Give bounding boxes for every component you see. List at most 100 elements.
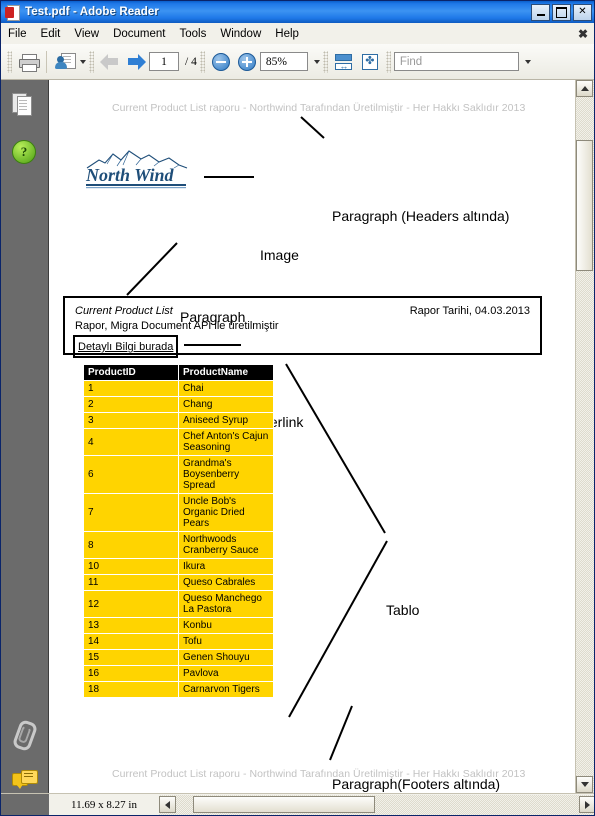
horizontal-scrollbar[interactable] <box>159 794 594 815</box>
share-icon <box>55 53 76 70</box>
product-table: ProductID ProductName 1 Chai 2 Chang 3 Anisee… <box>83 364 274 698</box>
table-body: 1 Chai 2 Chang 3 Aniseed Syrup 4 Chef Anton's C… <box>83 380 274 698</box>
arrow-right-icon <box>126 53 146 70</box>
cell-productid: 13 <box>83 617 179 634</box>
menu-item-help[interactable]: Help <box>268 26 306 42</box>
table-row: 8 Northwoods Cranberry Sauce <box>83 531 274 559</box>
share-chevron-down-icon[interactable] <box>80 59 86 64</box>
maximize-button[interactable] <box>552 3 571 21</box>
table-row: 6 Grandma's Boysenberry Spread <box>83 455 274 494</box>
navigation-pane: ? <box>1 80 49 793</box>
cell-productname: Chai <box>178 380 274 397</box>
zoom-in-icon <box>237 52 256 71</box>
table-row: 16 Pavlova <box>83 665 274 682</box>
scroll-up-button[interactable] <box>576 80 593 97</box>
page-dimensions-label: 11.69 x 8.27 in <box>71 798 137 811</box>
attachments-panel-button[interactable] <box>11 718 39 753</box>
find-chevron-down-icon[interactable] <box>524 59 531 64</box>
scroll-down-button[interactable] <box>576 776 593 793</box>
detail-hyperlink-label: Detaylı Bilgi burada <box>78 341 174 353</box>
table-row: 18 Carnarvon Tigers <box>83 681 274 698</box>
toolbar-grip[interactable] <box>7 50 12 73</box>
document-view[interactable]: Current Product List raporu - Northwind … <box>49 80 594 793</box>
zoom-chevron-down-icon[interactable] <box>313 59 320 64</box>
cell-productname: Northwoods Cranberry Sauce <box>178 531 274 559</box>
cell-productid: 3 <box>83 412 179 429</box>
table-row: 13 Konbu <box>83 617 274 634</box>
toolbar-grip-3[interactable] <box>199 50 205 73</box>
cell-productname: Grandma's Boysenberry Spread <box>178 455 274 494</box>
comments-panel-button[interactable] <box>12 770 38 794</box>
menu-item-file[interactable]: File <box>1 26 34 42</box>
cell-productid: 12 <box>83 590 179 618</box>
help-icon: ? <box>12 140 36 164</box>
toolbar-separator <box>46 50 47 73</box>
cell-productname: Queso Cabrales <box>178 574 274 591</box>
detail-hyperlink[interactable]: Detaylı Bilgi burada <box>73 335 179 358</box>
fit-page-icon <box>361 53 378 70</box>
cell-productid: 6 <box>83 455 179 494</box>
toolbar-grip-5[interactable] <box>385 50 391 73</box>
cell-productname: Genen Shouyu <box>178 649 274 666</box>
document-footer-text: Current Product List raporu - Northwind … <box>112 768 526 780</box>
help-panel-button[interactable]: ? <box>12 140 36 164</box>
window-controls: ✕ <box>531 3 594 21</box>
menu-item-tools[interactable]: Tools <box>173 26 214 42</box>
vertical-scrollbar[interactable] <box>575 80 594 793</box>
triangle-left-icon <box>165 800 170 809</box>
minimize-button[interactable] <box>531 3 550 21</box>
paperclip-icon <box>11 718 39 753</box>
report-subtitle: Rapor, Migra Document API ile üretilmişt… <box>75 320 279 332</box>
north-wind-logo: North Wind <box>83 146 193 190</box>
cell-productid: 4 <box>83 428 179 456</box>
pages-panel-button[interactable] <box>12 92 36 116</box>
cell-productid: 2 <box>83 396 179 413</box>
pdf-page: Current Product List raporu - Northwind … <box>49 80 577 793</box>
table-row: 12 Queso Manchego La Pastora <box>83 590 274 618</box>
scroll-right-button[interactable] <box>579 796 594 813</box>
cell-productid: 11 <box>83 574 179 591</box>
vertical-scroll-thumb[interactable] <box>576 140 593 271</box>
zoom-in-button[interactable] <box>234 49 260 75</box>
window-title: Test.pdf - Adobe Reader <box>25 6 159 18</box>
menu-item-document[interactable]: Document <box>106 26 172 42</box>
page-number-input[interactable]: 1 <box>149 52 179 71</box>
triangle-down-icon <box>580 782 589 787</box>
zoom-level-input[interactable]: 85% <box>259 52 308 71</box>
cell-productname: Chef Anton's Cajun Seasoning <box>178 428 274 456</box>
table-row: 4 Chef Anton's Cajun Seasoning <box>83 428 274 456</box>
menu-item-view[interactable]: View <box>67 26 106 42</box>
table-row: 2 Chang <box>83 396 274 413</box>
cell-productname: Chang <box>178 396 274 413</box>
cell-productid: 18 <box>83 681 179 698</box>
cell-productname: Konbu <box>178 617 274 634</box>
document-header-text: Current Product List raporu - Northwind … <box>112 102 526 114</box>
toolbar-grip-4[interactable] <box>322 50 328 73</box>
table-row: 3 Aniseed Syrup <box>83 412 274 429</box>
triangle-right-icon <box>585 800 590 809</box>
cell-productname: Carnarvon Tigers <box>178 681 274 698</box>
scroll-left-button[interactable] <box>159 796 176 813</box>
zoom-out-button[interactable] <box>208 49 234 75</box>
cell-productname: Tofu <box>178 633 274 650</box>
search-input[interactable]: Find <box>393 52 519 71</box>
cell-productid: 10 <box>83 558 179 575</box>
cell-productname: Aniseed Syrup <box>178 412 274 429</box>
close-document-icon[interactable]: ✖ <box>578 27 594 41</box>
logo-graphic: North Wind <box>85 150 188 189</box>
toolbar-grip-2[interactable] <box>89 50 94 73</box>
fit-page-button[interactable] <box>357 49 383 75</box>
close-button[interactable]: ✕ <box>573 3 592 21</box>
menu-item-edit[interactable]: Edit <box>34 26 68 42</box>
print-button[interactable] <box>15 49 41 75</box>
menu-item-window[interactable]: Window <box>213 26 268 42</box>
column-header-productid: ProductID <box>83 364 179 381</box>
menu-bar: File Edit View Document Tools Window Hel… <box>1 23 594 45</box>
share-button[interactable] <box>52 49 78 75</box>
fit-width-button[interactable] <box>331 49 357 75</box>
next-page-button[interactable] <box>123 49 149 75</box>
report-title: Current Product List <box>75 305 173 317</box>
horizontal-scroll-thumb[interactable] <box>193 795 375 813</box>
cell-productname: Ikura <box>178 558 274 575</box>
previous-page-button[interactable] <box>97 49 123 75</box>
